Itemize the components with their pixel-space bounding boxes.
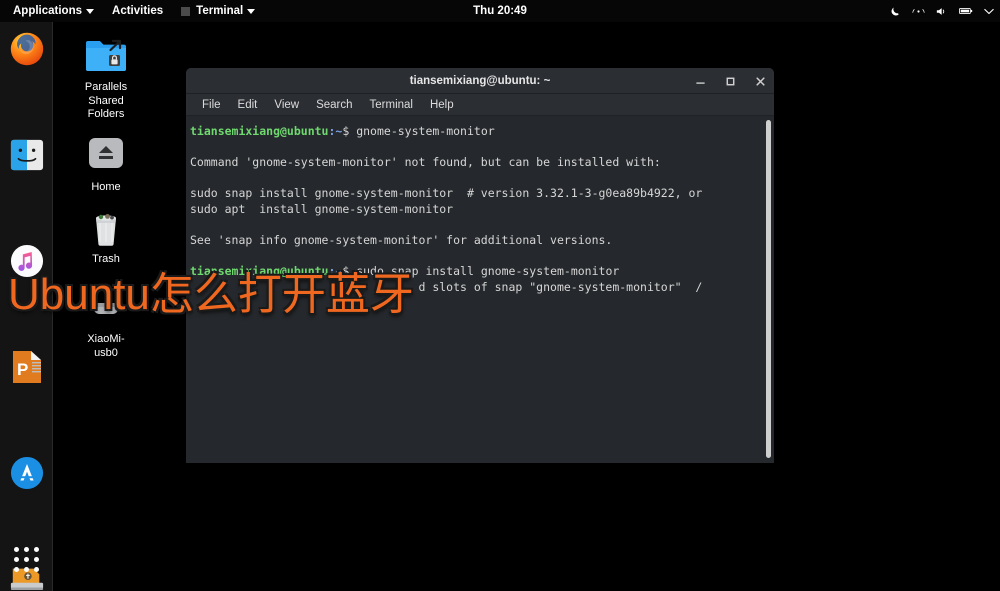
- terminal-prompt-user: tiansemixiang@ubuntu: [190, 124, 328, 138]
- desktop-icon-label: XiaoMi-usb0: [87, 333, 124, 360]
- trash-can-icon: [87, 204, 125, 250]
- menu-edit[interactable]: Edit: [232, 97, 264, 113]
- overlay-caption: Ubuntu怎么打开蓝牙: [8, 258, 414, 322]
- dock-item-files[interactable]: [0, 128, 53, 181]
- app-store-icon: [5, 451, 49, 495]
- ubuntu-desktop: Applications Activities Terminal Thu 20:…: [0, 0, 1000, 591]
- desktop-icon-label: ParallelsSharedFolders: [85, 81, 127, 122]
- show-applications-button[interactable]: [0, 535, 53, 583]
- battery-icon: [959, 6, 973, 16]
- activities-button[interactable]: Activities: [103, 0, 172, 22]
- desktop-icon-home[interactable]: Home: [64, 132, 148, 195]
- chevron-down-icon: [86, 9, 94, 14]
- desktop-icon-label: Home: [91, 181, 120, 195]
- app-window-icon: [181, 7, 190, 16]
- terminal-line: [190, 218, 764, 234]
- powerpoint-icon: P: [5, 345, 49, 389]
- dock-item-firefox[interactable]: [0, 22, 53, 75]
- menu-help[interactable]: Help: [424, 97, 460, 113]
- grid-icon: [14, 547, 39, 572]
- terminal-menubar: File Edit View Search Terminal Help: [186, 94, 774, 116]
- eject-drive-icon: [86, 132, 126, 178]
- firefox-icon: [5, 27, 49, 71]
- files-finder-icon: [5, 133, 49, 177]
- terminal-app-menu[interactable]: Terminal: [172, 0, 264, 22]
- activities-label: Activities: [112, 5, 163, 17]
- night-mode-icon: [890, 6, 901, 17]
- terminal-line: sudo apt install gnome-system-monitor: [190, 202, 764, 218]
- terminal-line: sudo snap install gnome-system-monitor #…: [190, 186, 764, 202]
- terminal-scrollbar[interactable]: [766, 120, 771, 458]
- volume-icon: [936, 6, 948, 17]
- network-icon: [912, 6, 925, 17]
- svg-text:P: P: [17, 360, 28, 379]
- system-menu-chevron-icon[interactable]: [984, 8, 994, 15]
- window-controls: [692, 68, 768, 94]
- dock-item-app-store[interactable]: [0, 446, 53, 499]
- top-bar: Applications Activities Terminal Thu 20:…: [0, 0, 1000, 22]
- menu-file[interactable]: File: [196, 97, 227, 113]
- window-title: tiansemixiang@ubuntu: ~: [410, 75, 551, 87]
- terminal-prompt-path: :~: [328, 124, 342, 138]
- applications-menu-label: Applications: [13, 5, 82, 17]
- terminal-line: tiansemixiang@ubuntu:~$ gnome-system-mon…: [190, 124, 764, 140]
- terminal-line: [190, 171, 764, 187]
- terminal-titlebar[interactable]: tiansemixiang@ubuntu: ~: [186, 68, 774, 94]
- terminal-app-menu-label: Terminal: [196, 5, 243, 17]
- minimize-button[interactable]: [692, 73, 708, 89]
- close-button[interactable]: [752, 73, 768, 89]
- maximize-button[interactable]: [722, 73, 738, 89]
- terminal-line: [190, 140, 764, 156]
- chevron-down-icon: [247, 9, 255, 14]
- folder-shortcut-locked-icon: [84, 32, 128, 78]
- menu-terminal[interactable]: Terminal: [364, 97, 419, 113]
- terminal-line: Command 'gnome-system-monitor' not found…: [190, 155, 764, 171]
- dock-item-powerpoint[interactable]: P: [0, 340, 53, 393]
- menu-view[interactable]: View: [268, 97, 305, 113]
- menu-search[interactable]: Search: [310, 97, 358, 113]
- applications-menu[interactable]: Applications: [4, 0, 103, 22]
- terminal-command: gnome-system-monitor: [349, 124, 494, 138]
- desktop-icon-parallels-shared-folders[interactable]: ParallelsSharedFolders: [64, 32, 148, 122]
- terminal-line: See 'snap info gnome-system-monitor' for…: [190, 233, 764, 249]
- system-status-area[interactable]: [890, 0, 994, 22]
